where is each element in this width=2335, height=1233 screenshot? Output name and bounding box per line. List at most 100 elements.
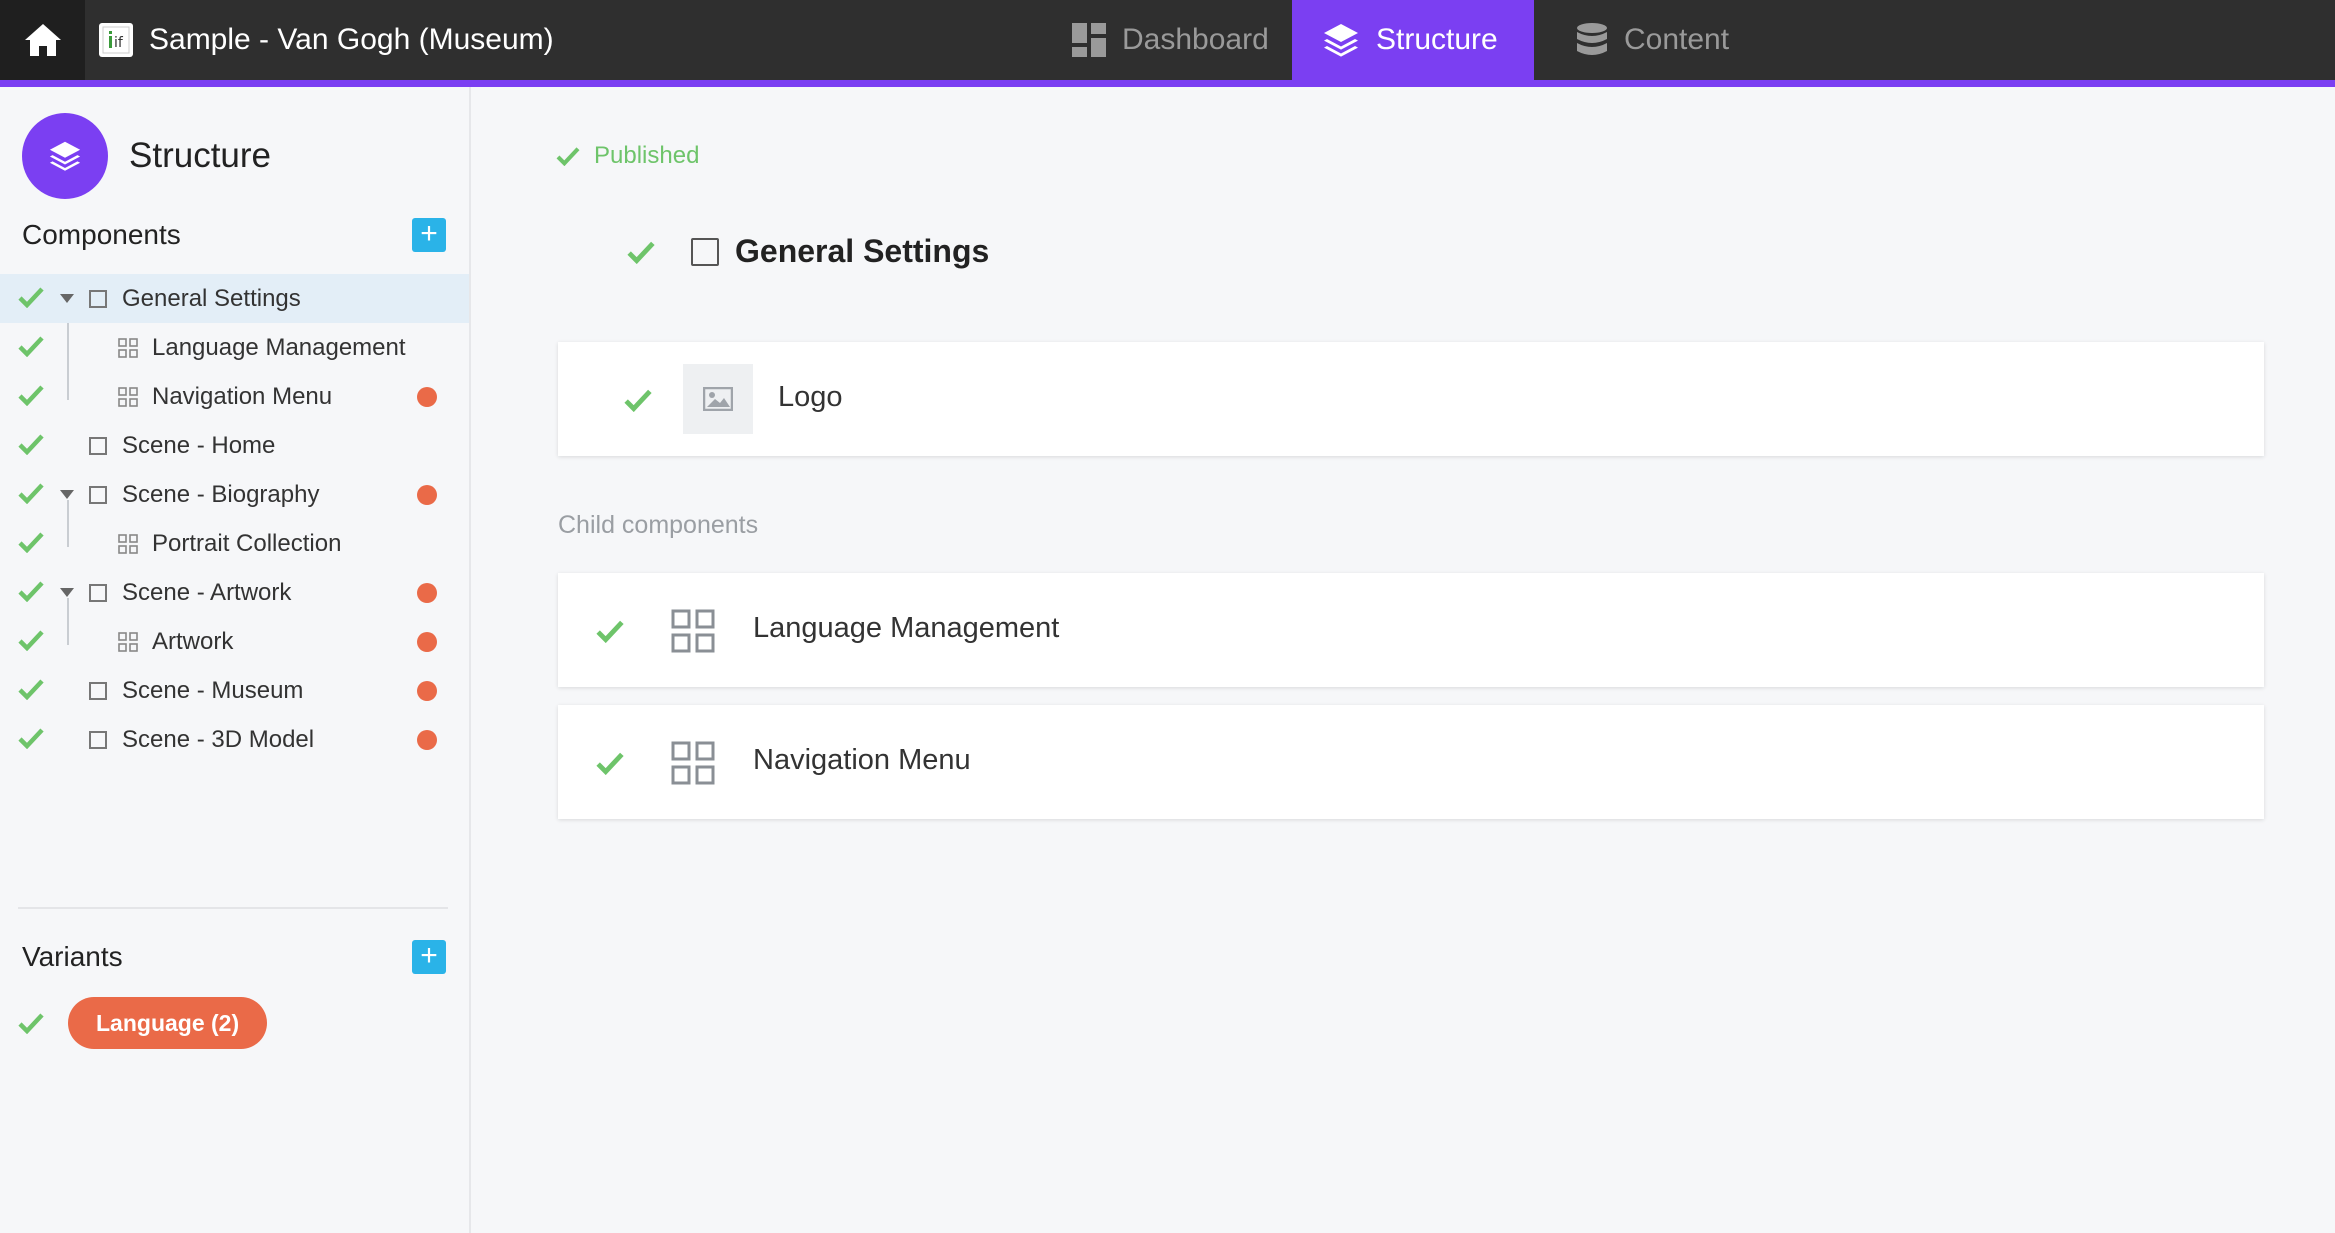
tree-item-label: Scene - Home <box>122 432 276 459</box>
variant-item: Language (2) <box>18 997 268 1049</box>
tab-content[interactable]: Content <box>1576 0 1729 80</box>
child-card-navigation-menu[interactable]: Navigation Menu <box>558 705 2264 819</box>
tree-item-artwork[interactable]: Artwork <box>0 617 469 666</box>
field-label: Logo <box>778 381 843 413</box>
variant-language-pill[interactable]: Language (2) <box>68 997 268 1049</box>
folder-square-icon <box>89 731 107 749</box>
variants-heading: Variants <box>22 941 123 972</box>
warning-dot <box>417 730 437 750</box>
check-icon <box>596 620 624 643</box>
tree-item-label: Scene - 3D Model <box>122 726 315 753</box>
tree-item-label: Navigation Menu <box>152 383 333 410</box>
grid-icon <box>671 609 715 653</box>
grid-icon <box>118 632 138 652</box>
sidebar-header: Structure <box>22 113 271 199</box>
project-selector[interactable]: if Sample - Van Gogh (Museum) <box>99 0 554 80</box>
component-header: General Settings <box>627 233 989 270</box>
check-icon <box>18 1013 44 1034</box>
tree-item-scene-biography[interactable]: Scene - Biography <box>0 470 469 519</box>
warning-dot <box>417 632 437 652</box>
chevron-down-icon[interactable] <box>60 588 74 597</box>
database-icon <box>1577 23 1607 55</box>
tab-structure[interactable]: Structure <box>1292 0 1534 80</box>
check-icon <box>18 483 44 504</box>
tab-dashboard-label: Dashboard <box>1122 23 1269 56</box>
home-icon <box>24 24 61 56</box>
publish-status-label: Published <box>594 142 700 169</box>
child-components-heading: Child components <box>558 511 759 539</box>
child-card-language-management[interactable]: Language Management <box>558 573 2264 687</box>
child-label: Language Management <box>753 612 1060 644</box>
sidebar-title: Structure <box>129 136 271 175</box>
grid-icon <box>118 338 138 358</box>
top-bar: if Sample - Van Gogh (Museum) Dashboard … <box>0 0 2335 80</box>
tree-item-language-management[interactable]: Language Management <box>0 323 469 372</box>
tree-item-scene-3d-model[interactable]: Scene - 3D Model <box>0 715 469 764</box>
tree-item-label: Scene - Biography <box>122 481 320 508</box>
check-icon <box>18 287 44 308</box>
tree-item-label: Language Management <box>152 334 406 361</box>
check-icon <box>18 581 44 602</box>
svg-text:if: if <box>114 35 124 51</box>
field-card-logo[interactable]: Logo <box>558 342 2264 456</box>
warning-dot <box>417 681 437 701</box>
tree-item-label: Scene - Artwork <box>122 579 292 606</box>
folder-square-icon <box>89 290 107 308</box>
tree-item-navigation-menu[interactable]: Navigation Menu <box>0 372 469 421</box>
add-variant-button[interactable]: + <box>412 940 446 974</box>
tree-item-label: Portrait Collection <box>152 530 342 557</box>
chevron-down-icon[interactable] <box>60 490 74 499</box>
home-button[interactable] <box>0 0 85 80</box>
topbar-accent-line <box>0 80 2335 87</box>
tab-dashboard[interactable]: Dashboard <box>1072 0 1269 80</box>
tab-structure-label: Structure <box>1376 23 1498 56</box>
tree-item-general-settings[interactable]: General Settings <box>0 274 469 323</box>
folder-square-icon <box>691 237 719 266</box>
structure-badge <box>22 113 108 199</box>
project-title: Sample - Van Gogh (Museum) <box>149 23 554 56</box>
folder-square-icon <box>89 584 107 602</box>
grid-icon <box>118 534 138 554</box>
components-heading: Components <box>22 219 181 250</box>
grid-icon <box>118 387 138 407</box>
tree-item-scene-artwork[interactable]: Scene - Artwork <box>0 568 469 617</box>
tree-item-label: Artwork <box>152 628 234 655</box>
image-placeholder <box>683 364 753 434</box>
check-icon <box>18 630 44 651</box>
layers-icon <box>49 141 81 171</box>
check-icon <box>627 241 655 264</box>
check-icon <box>18 336 44 357</box>
project-logo: if <box>99 23 133 57</box>
check-icon <box>556 147 580 166</box>
grid-icon <box>671 741 715 785</box>
tree-item-scene-home[interactable]: Scene - Home <box>0 421 469 470</box>
check-icon <box>624 389 652 412</box>
folder-square-icon <box>89 486 107 504</box>
check-icon <box>18 532 44 553</box>
warning-dot <box>417 583 437 603</box>
warning-dot <box>417 485 437 505</box>
folder-square-icon <box>89 682 107 700</box>
tree-item-portrait-collection[interactable]: Portrait Collection <box>0 519 469 568</box>
sidebar-divider <box>18 907 448 909</box>
variants-section-header: Variants + <box>22 937 446 977</box>
layers-icon <box>1324 24 1358 57</box>
component-tree: General Settings Language Management Nav… <box>0 274 469 764</box>
component-title: General Settings <box>735 233 990 269</box>
warning-dot <box>417 387 437 407</box>
tree-item-label: Scene - Museum <box>122 677 304 704</box>
chevron-down-icon[interactable] <box>60 294 74 303</box>
folder-square-icon <box>89 437 107 455</box>
tab-content-label: Content <box>1624 23 1730 56</box>
image-icon <box>703 387 733 411</box>
check-icon <box>18 434 44 455</box>
sidebar: Structure Components + General Settings … <box>0 87 471 1233</box>
tree-item-scene-museum[interactable]: Scene - Museum <box>0 666 469 715</box>
project-logo-icon: if <box>102 26 130 54</box>
publish-status: Published <box>556 142 699 170</box>
add-component-button[interactable]: + <box>412 218 446 252</box>
dashboard-icon <box>1072 23 1106 57</box>
check-icon <box>18 679 44 700</box>
check-icon <box>18 385 44 406</box>
check-icon <box>18 728 44 749</box>
